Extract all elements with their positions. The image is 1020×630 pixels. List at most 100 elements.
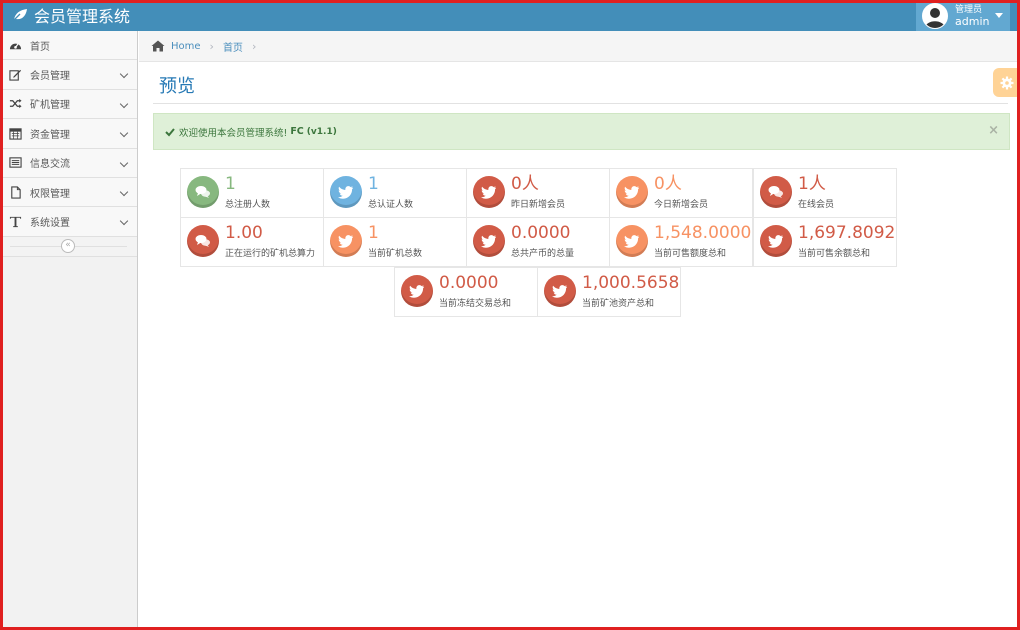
stat-label: 昨日新增会员 (511, 200, 566, 210)
stat-value: 1.00 (225, 223, 263, 243)
alert-text: 欢迎使用本会员管理系统! (179, 127, 288, 139)
sidebar-item-label: 会员管理 (30, 71, 70, 83)
stat-tile: 0.0000 总共产币的总量 (466, 217, 610, 267)
stat-label: 总认证人数 (368, 200, 414, 210)
stat-value: 1,000.5658 (582, 273, 680, 293)
sidebar-item-messages[interactable]: 信息交流 (0, 148, 137, 178)
comments-icon (187, 225, 219, 257)
chevron-down-icon (119, 217, 129, 226)
avatar (922, 2, 948, 29)
breadcrumb-home-link[interactable]: Home (171, 41, 201, 52)
twitter-icon (544, 275, 576, 307)
stat-tile: 1人在线会员 (753, 168, 897, 218)
app-title: 会员管理系统 (34, 7, 131, 26)
check-icon (165, 127, 175, 136)
stat-value: 0人 (511, 174, 539, 194)
twitter-icon (616, 225, 648, 257)
sidebar-collapse-row: « (0, 236, 137, 257)
twitter-icon (616, 176, 648, 208)
sidebar-item-label: 资金管理 (30, 129, 70, 141)
stat-tile: 1,548.0000 当前可售额度总和 (609, 217, 753, 267)
alert-bold: FC (290, 126, 304, 137)
chevron-down-icon (119, 128, 129, 138)
comments-icon (760, 176, 792, 208)
page-header: 预览 (153, 62, 1008, 104)
breadcrumb-separator: › (251, 39, 257, 53)
sidebar-collapse-button[interactable]: « (61, 238, 75, 253)
twitter-icon (760, 225, 792, 257)
sidebar-item-funds[interactable]: 资金管理 (0, 119, 137, 149)
sidebar-item-label: 信息交流 (30, 159, 70, 171)
twitter-icon (401, 275, 433, 307)
alert-close-button[interactable]: × (988, 123, 999, 138)
twitter-icon (330, 225, 362, 257)
breadcrumb-current-link[interactable]: 首页 (223, 39, 243, 54)
stat-value: 1人 (798, 174, 826, 194)
stat-label: 当前可售余额总和 (798, 249, 871, 259)
sidebar-item-members[interactable]: 会员管理 (0, 60, 137, 90)
shuffle-icon (8, 97, 22, 111)
breadcrumb: Home › 首页 › (139, 31, 1020, 62)
page-title: 预览 (159, 76, 195, 97)
calendar-icon (8, 126, 22, 140)
stat-tile: 1,697.8092 当前可售余额总和 (753, 217, 897, 267)
user-menu[interactable]: 管理员 admin (916, 0, 1010, 31)
brand[interactable]: 会员管理系统 (12, 4, 130, 26)
stat-value: 0.0000 (439, 273, 499, 293)
stat-value: 0.0000 (511, 223, 571, 243)
stat-value: 1 (225, 174, 236, 194)
file-icon (8, 185, 22, 199)
alert-version: (v1.1) (306, 126, 337, 137)
welcome-alert: 欢迎使用本会员管理系统! FC (v1.1) × (153, 113, 1010, 150)
text-icon (8, 215, 22, 229)
stat-tile: 0.0000 当前冻结交易总和 (394, 267, 538, 317)
stat-value: 1 (368, 223, 379, 243)
sidebar: 首页 会员管理 矿机管理 资金管理 信息交流 权限管理 系统设置 « (0, 31, 138, 630)
sidebar-item-miners[interactable]: 矿机管理 (0, 89, 137, 120)
caret-down-icon (995, 13, 1004, 18)
comments-icon (187, 176, 219, 208)
stat-value: 1,548.0000 (654, 223, 752, 243)
chevron-down-icon (119, 99, 129, 109)
chevron-down-icon (119, 70, 129, 79)
sidebar-item-settings[interactable]: 系统设置 (0, 207, 137, 237)
stat-label: 当前矿池资产总和 (582, 299, 655, 309)
sidebar-item-label: 矿机管理 (30, 100, 70, 112)
list-icon (8, 156, 22, 170)
gear-icon (1000, 76, 1013, 89)
sidebar-item-home[interactable]: 首页 (0, 31, 137, 61)
twitter-icon (473, 176, 505, 208)
stat-label: 当前可售额度总和 (654, 249, 727, 259)
sidebar-item-label: 权限管理 (30, 188, 70, 200)
stat-tile: 1.00 正在运行的矿机总算力 (180, 217, 324, 267)
home-icon (151, 40, 165, 52)
leaf-icon (12, 9, 27, 22)
user-icon (925, 7, 945, 28)
stat-label: 正在运行的矿机总算力 (225, 249, 316, 259)
twitter-icon (473, 225, 505, 257)
stat-label: 今日新增会员 (654, 200, 709, 210)
breadcrumb-separator: › (209, 39, 214, 53)
chevron-down-icon (119, 187, 129, 197)
edit-icon (8, 68, 22, 82)
sidebar-item-permissions[interactable]: 权限管理 (0, 177, 137, 208)
sidebar-item-label: 系统设置 (30, 218, 70, 230)
sidebar-item-label: 首页 (30, 41, 50, 53)
navbar: 会员管理系统 管理员 admin (0, 0, 1020, 31)
user-role: 管理员 (955, 4, 983, 15)
stat-tile: 0人昨日新增会员 (466, 168, 610, 218)
dashboard-icon (8, 38, 22, 52)
stat-label: 在线会员 (798, 200, 835, 210)
stat-tile: 0人今日新增会员 (609, 168, 753, 218)
stat-label: 总注册人数 (225, 200, 271, 210)
stat-tile: 1,000.5658 当前矿池资产总和 (537, 267, 681, 317)
stat-label: 总共产币的总量 (511, 249, 575, 259)
ace-settings-button[interactable] (993, 68, 1020, 97)
stat-label: 当前冻结交易总和 (439, 299, 512, 309)
twitter-icon (330, 176, 362, 208)
stat-tile: 1 当前矿机总数 (323, 217, 467, 267)
stat-value: 1 (368, 174, 379, 194)
stat-label: 当前矿机总数 (368, 249, 423, 259)
chevron-down-icon (119, 158, 129, 167)
stat-value: 0人 (654, 174, 682, 194)
